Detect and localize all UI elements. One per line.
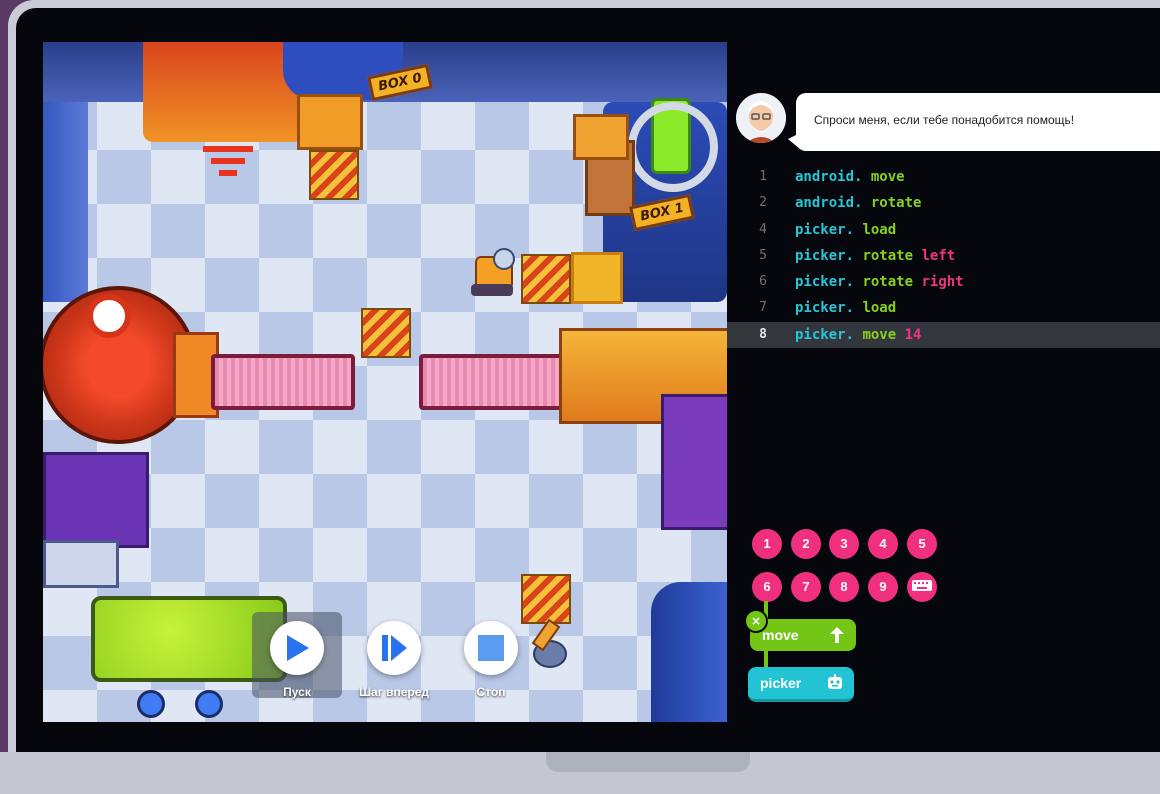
- step-forward-icon: [382, 635, 407, 661]
- robot-head: [493, 248, 515, 270]
- step-control[interactable]: Шаг вперед: [346, 621, 442, 699]
- code-object: android.: [795, 195, 863, 212]
- yellow-crate[interactable]: [571, 252, 623, 304]
- stop-label: Стоп: [476, 685, 506, 699]
- key-7[interactable]: 7: [791, 572, 821, 602]
- step-forward-button[interactable]: [367, 621, 421, 675]
- key-5[interactable]: 5: [907, 529, 937, 559]
- stop-button[interactable]: [464, 621, 518, 675]
- blue-light: [195, 690, 223, 718]
- move-block-label: move: [762, 627, 799, 643]
- play-label: Пуск: [283, 685, 311, 699]
- code-method: load: [862, 221, 897, 238]
- code-text: picker. rotate left: [795, 243, 955, 269]
- keyboard-icon: [912, 580, 932, 591]
- arrow-up-icon: [830, 627, 844, 643]
- assistant-message: Спроси меня, если тебе понадобится помощ…: [814, 113, 1075, 127]
- key-6[interactable]: 6: [752, 572, 782, 602]
- close-icon[interactable]: ×: [744, 609, 768, 633]
- robot-icon: [828, 674, 842, 689]
- code-text: android. rotate: [795, 190, 921, 216]
- purple-crate-left: [43, 452, 149, 548]
- left-wall: [43, 102, 88, 302]
- blue-crate-left: [43, 540, 119, 588]
- code-text: picker. move 14: [795, 322, 921, 348]
- red-machine-top: [143, 42, 303, 142]
- play-control[interactable]: Пуск: [249, 621, 345, 699]
- code-text: android. move: [795, 164, 905, 190]
- bottom-pipe-right: [651, 582, 727, 722]
- code-object: picker.: [795, 326, 855, 343]
- striped-crate[interactable]: [521, 574, 571, 624]
- code-line[interactable]: 4 picker. load: [727, 217, 1160, 243]
- round-gauge: [628, 102, 718, 192]
- code-method: load: [862, 300, 897, 317]
- code-method: move: [870, 169, 905, 185]
- code-editor[interactable]: 1 android. move 2 android. rotate 4 picker. l…: [727, 164, 1160, 349]
- code-line[interactable]: 1 android. move: [727, 164, 1160, 190]
- code-argument: 14: [904, 326, 922, 343]
- android-robot[interactable]: [469, 246, 517, 300]
- line-number: 4: [759, 221, 767, 237]
- orange-gate: [297, 94, 363, 150]
- stop-control[interactable]: Стоп: [443, 621, 539, 699]
- code-line[interactable]: 5 picker. rotate left: [727, 243, 1160, 269]
- code-line[interactable]: 2 android. rotate: [727, 190, 1160, 216]
- key-4[interactable]: 4: [868, 529, 898, 559]
- key-9[interactable]: 9: [868, 572, 898, 602]
- striped-crate[interactable]: [521, 254, 571, 304]
- play-icon: [287, 635, 309, 661]
- code-object: picker.: [795, 221, 855, 238]
- picker-block-label: picker: [760, 675, 802, 691]
- red-indicator: [211, 158, 245, 164]
- game-board[interactable]: BOX 0 BOX 1: [43, 42, 727, 722]
- step-forward-label: Шаг вперед: [359, 685, 429, 699]
- code-method: rotate: [862, 247, 914, 264]
- professor-icon: [736, 93, 786, 143]
- assistant-speech-bubble: Спроси меня, если тебе понадобится помощ…: [788, 93, 1160, 151]
- code-argument: left: [921, 247, 956, 264]
- conveyor-belt-left: [211, 354, 355, 410]
- blue-light: [137, 690, 165, 718]
- key-2[interactable]: 2: [791, 529, 821, 559]
- key-3[interactable]: 3: [829, 529, 859, 559]
- line-number: 7: [759, 300, 767, 316]
- code-method: rotate: [862, 274, 914, 291]
- red-indicator: [219, 170, 237, 176]
- code-text: picker. load: [795, 295, 896, 321]
- play-button[interactable]: [270, 621, 324, 675]
- tank-valve: [87, 294, 131, 338]
- line-number: 1: [759, 169, 767, 184]
- professor-avatar[interactable]: [736, 93, 786, 143]
- robot-tracks: [471, 284, 513, 296]
- line-number: 6: [759, 274, 767, 290]
- line-number: 8: [759, 326, 767, 342]
- code-line[interactable]: 8 picker. move 14: [727, 321, 1160, 349]
- code-text: picker. rotate right: [795, 269, 964, 295]
- code-object: picker.: [795, 300, 855, 317]
- red-indicator: [203, 146, 253, 152]
- code-line[interactable]: 6 picker. rotate right: [727, 269, 1160, 295]
- code-method: rotate: [870, 195, 922, 212]
- orange-box-right: [573, 114, 629, 160]
- code-object: android.: [795, 169, 863, 185]
- picker-block[interactable]: picker: [748, 667, 854, 702]
- stop-icon: [478, 635, 504, 661]
- line-number: 5: [759, 247, 767, 263]
- code-text: picker. load: [795, 217, 896, 243]
- key-1[interactable]: 1: [752, 529, 782, 559]
- code-line[interactable]: 7 picker. load: [727, 295, 1160, 321]
- right-purple-machine: [661, 394, 727, 530]
- key-8[interactable]: 8: [829, 572, 859, 602]
- laptop-notch: [546, 752, 750, 772]
- keyboard-button[interactable]: [907, 572, 937, 602]
- code-method: move: [862, 326, 897, 343]
- conveyor-belt-right: [419, 354, 567, 410]
- code-object: picker.: [795, 247, 855, 264]
- code-object: picker.: [795, 274, 855, 291]
- striped-crate[interactable]: [361, 308, 411, 358]
- code-argument: right: [921, 274, 964, 291]
- line-number: 2: [759, 195, 767, 211]
- striped-crate[interactable]: [309, 150, 359, 200]
